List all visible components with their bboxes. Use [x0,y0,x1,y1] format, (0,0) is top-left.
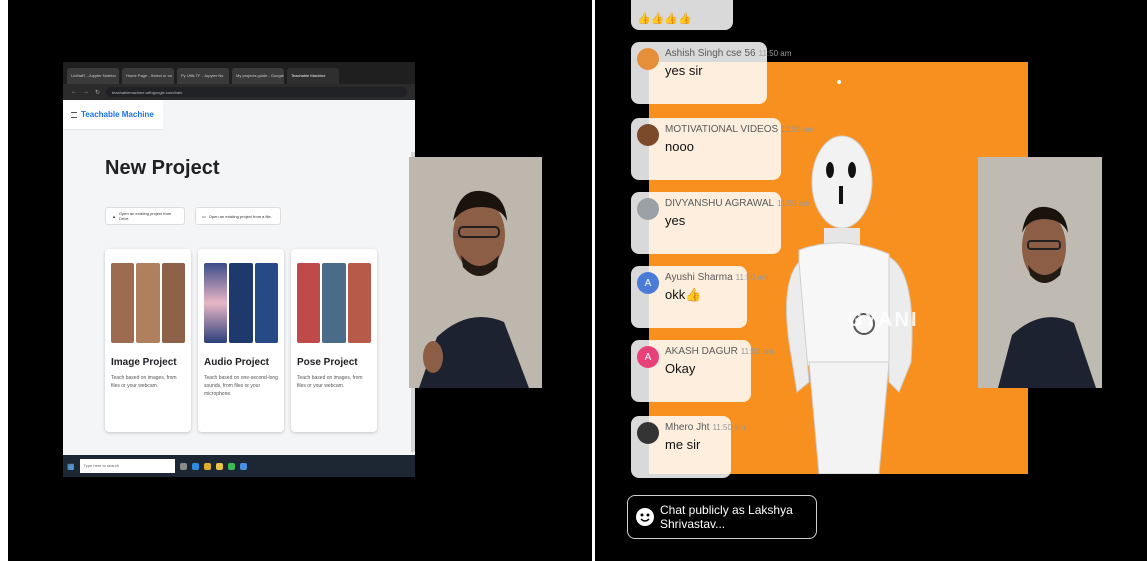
chat-message: Mhero Jht 11:50 am me sir [631,416,745,478]
card-title: Audio Project [204,357,270,368]
video-frame: LiviNaR - Jupyter Notebo Home Page - Sel… [0,0,1147,561]
right-video-panel: GYANI 👍👍👍👍 Ashish Singh cse 56 11:50 am y… [595,0,1147,561]
avatar [637,422,659,444]
avatar: A [637,346,659,368]
message-text: Okay [665,361,696,376]
presenter-image [978,157,1102,388]
windows-start-icon[interactable]: ▦ [67,462,75,471]
webcam-feed [978,157,1102,388]
author-name: Ayushi Sharma [665,272,733,283]
timestamp: 11:50 am [740,347,774,356]
card-title: Pose Project [297,357,358,368]
url-input[interactable]: teachablemachine.withgoogle.com/train [106,87,407,97]
menu-icon[interactable] [71,111,77,118]
app-header: Teachable Machine [63,100,163,130]
card-image [204,263,278,343]
card-desc: Teach based on one-second-long sounds, f… [204,375,278,397]
webcam-feed [409,157,542,388]
author-name: DIVYANSHU AGRAWAL [665,198,775,209]
browser-tab[interactable]: Home Page - Select or co [122,68,174,84]
taskview-icon[interactable] [179,462,187,470]
open-file-label: Open an existing project from a file. [208,213,272,219]
chat-message: Ashish Singh cse 56 11:50 am yes sir [631,42,791,104]
pose-project-card[interactable]: Pose Project Teach based on images, from… [291,249,377,432]
card-desc: Teach based on images, from files or you… [297,375,363,389]
author-name: AKASH DAGUR [665,346,738,357]
message-text: me sir [665,437,701,452]
browser-tab[interactable]: Py Utils TF - Jupyter No [177,68,229,84]
chat-message-partial: 👍👍👍👍 [631,0,733,30]
chat-message: MOTIVATIONAL VIDEOS 11:50 am nooo [631,118,814,180]
card-image [111,263,185,343]
chat-input-placeholder: Chat publicly as Lakshya Shrivastav... [660,503,793,531]
card-image [297,263,371,343]
audio-project-card[interactable]: Audio Project Teach based on one-second-… [198,249,284,432]
chat-message: A Ayushi Sharma 11:50 am okk👍 [631,266,768,328]
browser-tab[interactable]: My projects guide - Google [232,68,284,84]
reload-icon[interactable]: ↻ [95,89,100,96]
message-text: yes sir [665,63,703,78]
slide-watermark: GYANI [847,309,919,331]
app-icon[interactable] [227,462,235,470]
windows-taskbar: ▦ Type here to search [63,455,415,477]
drive-icon: ▲ [112,213,116,219]
timestamp: 11:50 am [758,49,792,58]
emoji-icon[interactable] [636,508,654,526]
author-name: Mhero Jht [665,422,710,433]
message-text: nooo [665,139,694,154]
left-video-panel: LiviNaR - Jupyter Notebo Home Page - Sel… [8,0,592,561]
chat-message: A AKASH DAGUR 11:50 am Okay [631,340,774,402]
open-file-button[interactable]: ▭ Open an existing project from a file. [195,207,281,225]
presenter-image [409,157,542,388]
address-bar: ← → ↻ teachablemachine.withgoogle.com/tr… [63,84,415,100]
browser-tab-active[interactable]: Teachable Machine [287,68,339,84]
author-name: MOTIVATIONAL VIDEOS [665,124,779,135]
author-name: Ashish Singh cse 56 [665,48,756,59]
forward-icon[interactable]: → [83,89,89,95]
folder-icon: ▭ [202,213,206,219]
shared-screen: LiviNaR - Jupyter Notebo Home Page - Sel… [63,62,415,477]
chat-input[interactable]: Chat publicly as Lakshya Shrivastav... [627,495,817,539]
browser-tabbar: LiviNaR - Jupyter Notebo Home Page - Sel… [63,62,415,84]
chat-message: DIVYANSHU AGRAWAL 11:50 am yes [631,192,810,254]
avatar [637,198,659,220]
open-drive-label: Open an existing project from Drive. [118,211,172,221]
timestamp: 11:50 am [735,273,769,282]
brand-logo[interactable]: Teachable Machine [81,110,154,119]
emoji-reaction: 👍👍👍👍 [637,13,692,25]
card-desc: Teach based on images, from files or you… [111,375,177,389]
explorer-icon[interactable] [215,462,223,470]
timestamp: 11:50 am [712,423,746,432]
back-icon[interactable]: ← [71,89,77,95]
chrome-icon[interactable] [203,462,211,470]
message-text: okk👍 [665,287,702,302]
taskbar-search[interactable]: Type here to search [79,459,175,473]
timestamp: 11:50 am [777,199,810,208]
message-text: yes [665,213,686,228]
card-title: Image Project [111,357,177,368]
browser-tab[interactable]: LiviNaR - Jupyter Notebo [67,68,119,84]
image-project-card[interactable]: Image Project Teach based on images, fro… [105,249,191,432]
open-drive-button[interactable]: ▲ Open an existing project from Drive. [105,207,185,225]
avatar [637,48,659,70]
app-icon[interactable] [239,462,247,470]
edge-icon[interactable] [191,462,199,470]
page-title: New Project [105,157,220,179]
timestamp: 11:50 am [781,125,814,134]
avatar [637,124,659,146]
avatar: A [637,272,659,294]
